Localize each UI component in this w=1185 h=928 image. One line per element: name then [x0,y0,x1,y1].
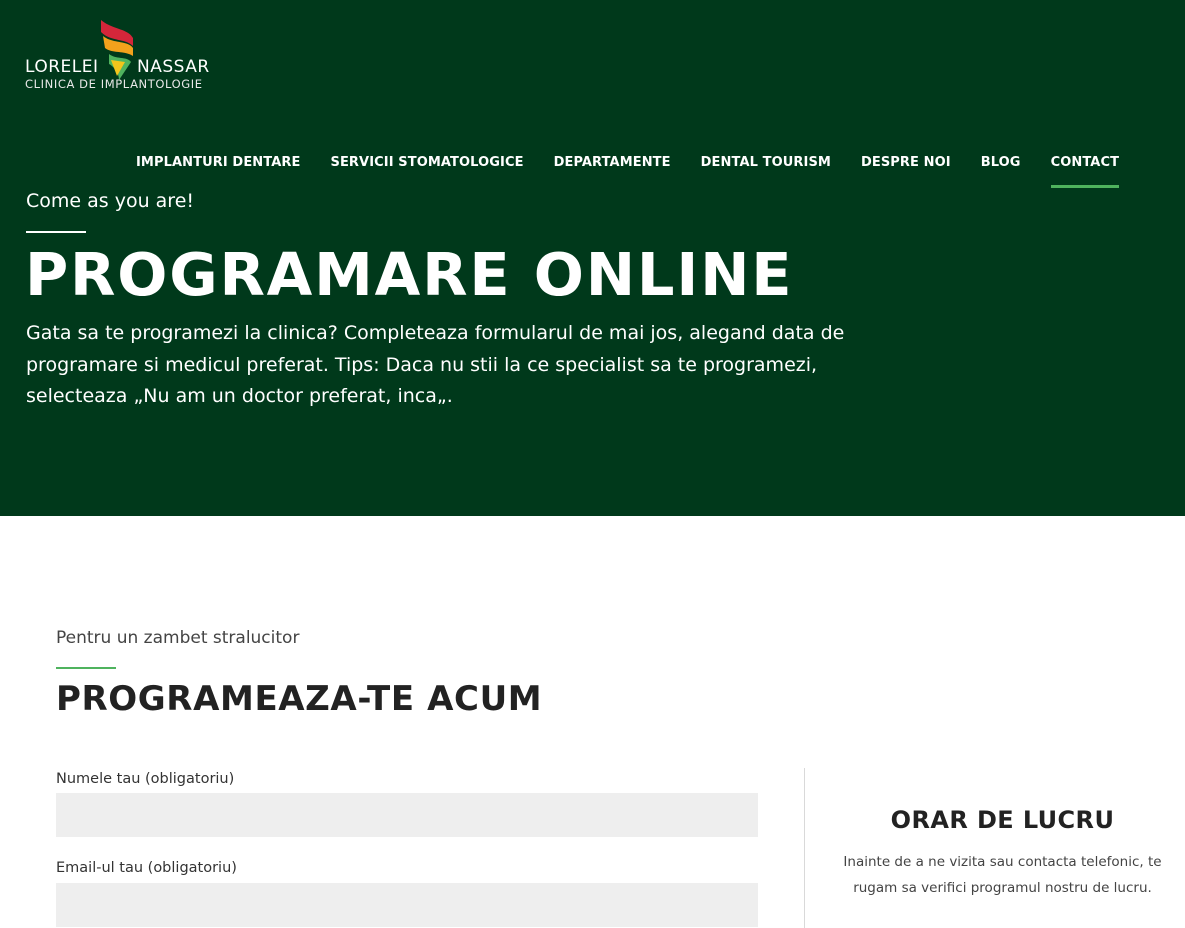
nav-item-blog[interactable]: BLOG [981,155,1021,188]
nav-item-departamente[interactable]: DEPARTAMENTE [554,155,671,188]
logo[interactable]: LORELEI NASSAR CLINICA DE IMPLANTOLOGIE [25,20,225,96]
logo-subtitle: CLINICA DE IMPLANTOLOGIE [25,77,203,91]
nav-item-contact[interactable]: CONTACT [1050,155,1120,188]
nav-item-despre-noi[interactable]: DESPRE NOI [861,155,951,188]
name-field-label: Numele tau (obligatoriu) [56,771,235,787]
nav-item-implanturi-dentare[interactable]: IMPLANTURI DENTARE [136,155,300,188]
section-tagline: Pentru un zambet stralucitor [56,628,300,648]
logo-mark-icon [101,20,133,80]
schedule-title: ORAR DE LUCRU [890,806,1115,834]
email-field[interactable] [56,883,758,927]
email-field-label: Email-ul tau (obligatoriu) [56,860,237,876]
column-divider [804,768,805,928]
section-divider [56,667,116,669]
schedule-text: Inainte de a ne vizita sau contacta tele… [843,854,1162,896]
page-title: PROGRAMARE ONLINE [25,240,794,309]
hero-tagline: Come as you are! [26,190,195,212]
logo-name-left: LORELEI [25,57,99,77]
nav-item-servicii-stomatologice[interactable]: SERVICII STOMATOLOGICE [330,155,523,188]
nav-item-dental-tourism[interactable]: DENTAL TOURISM [701,155,831,188]
hero-section: LORELEI NASSAR CLINICA DE IMPLANTOLOGIE … [0,0,1185,516]
section-title: PROGRAMEAZA-TE ACUM [56,679,543,719]
name-field[interactable] [56,793,758,837]
main-nav: IMPLANTURI DENTARE SERVICII STOMATOLOGIC… [136,155,1119,188]
logo-name-right: NASSAR [137,57,210,77]
hero-divider [26,231,86,233]
hero-description: Gata sa te programezi la clinica? Comple… [26,322,845,407]
